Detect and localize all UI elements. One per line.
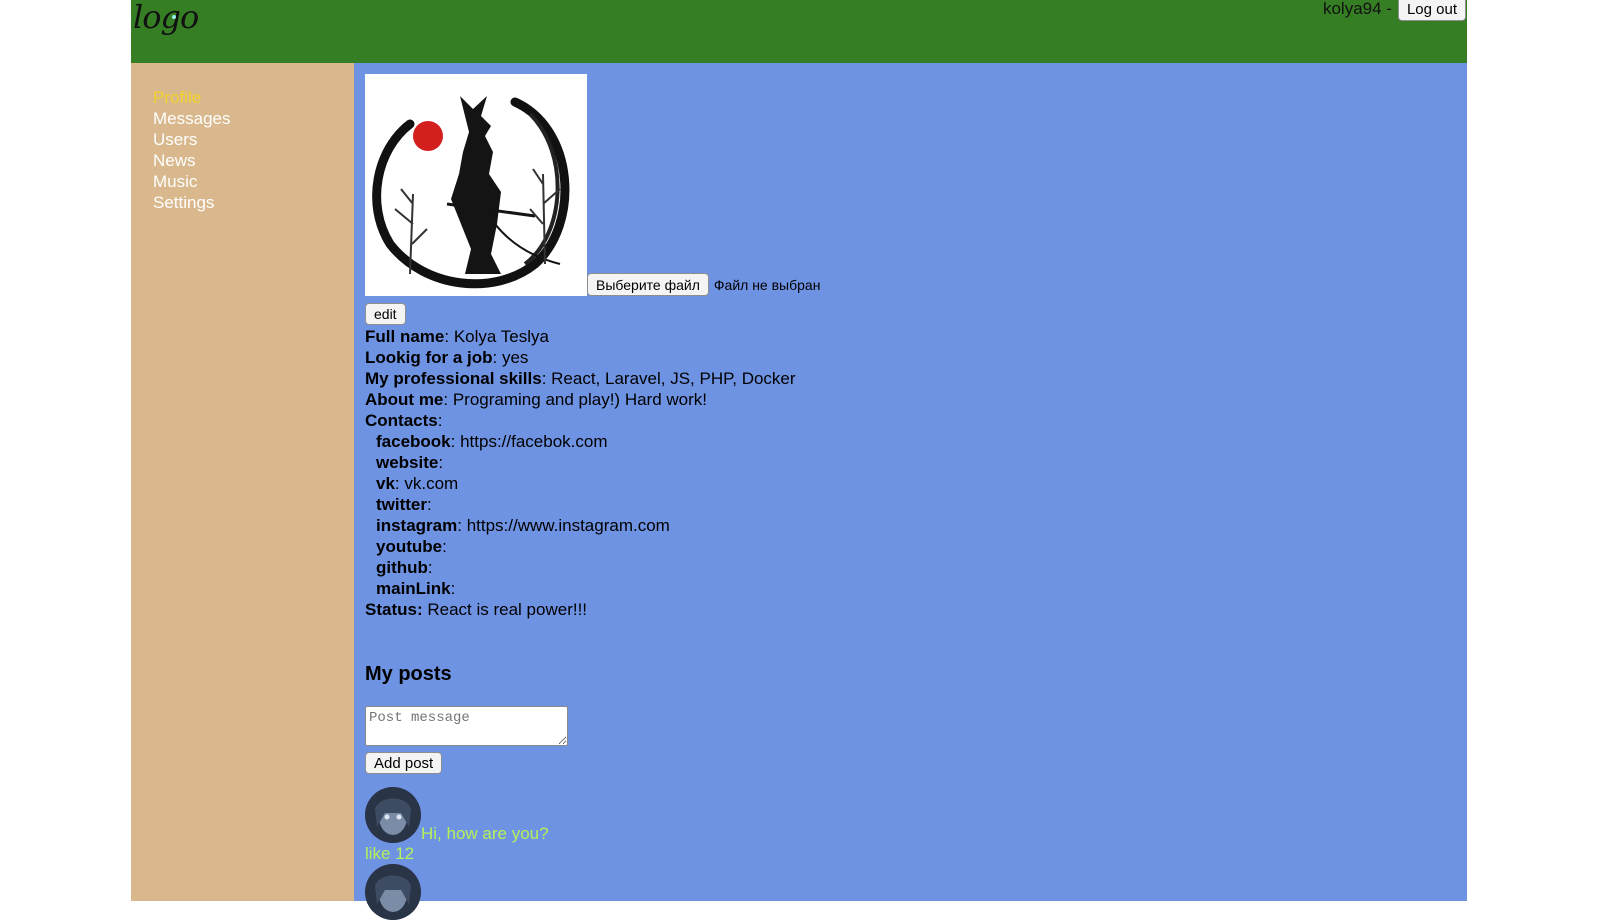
- about-row: About me: Programing and play!) Hard wor…: [365, 390, 708, 409]
- posts-title: My posts: [365, 663, 452, 685]
- sidebar-item-news[interactable]: News: [153, 150, 230, 171]
- sidebar-item-music[interactable]: Music: [153, 171, 230, 192]
- contact-name: instagram: [376, 516, 458, 535]
- profile-avatar-image: [365, 74, 587, 296]
- full-name-label: Full name: [365, 327, 445, 346]
- post-avatar: [365, 864, 421, 920]
- post-item: Hi, how are you? like 12: [365, 787, 1455, 864]
- contact-website: website:: [376, 453, 444, 472]
- skills-row: My professional skills: React, Laravel, …: [365, 369, 796, 388]
- login-block: kolya94 - Log out: [1323, 0, 1466, 21]
- contact-instagram: instagram: https://www.instagram.com: [376, 516, 670, 535]
- post-message-input[interactable]: [365, 706, 568, 746]
- contact-name: facebook: [376, 432, 451, 451]
- contacts-row: Contacts:: [365, 411, 443, 430]
- contact-name: youtube: [376, 537, 443, 556]
- contact-value: https://www.instagram.com: [466, 516, 670, 535]
- sidebar: Profile Messages Users News Music Settin…: [131, 63, 354, 901]
- profile-content: Выберите файл Файл не выбран edit Full n…: [354, 63, 1467, 920]
- sidebar-nav: Profile Messages Users News Music Settin…: [153, 87, 230, 213]
- sidebar-item-users[interactable]: Users: [153, 129, 230, 150]
- contact-twitter: twitter:: [376, 495, 432, 514]
- contact-value: https://facebok.com: [460, 432, 608, 451]
- job-value: yes: [501, 348, 529, 367]
- contact-name: github: [376, 558, 428, 577]
- contact-name: twitter: [376, 495, 427, 514]
- profile-info: Full name: Kolya Teslya Lookig for a job…: [365, 326, 1455, 620]
- about-value: Programing and play!) Hard work!: [452, 390, 708, 409]
- header: logo kolya94 - Log out: [131, 0, 1467, 63]
- contact-mainlink: mainLink:: [376, 579, 456, 598]
- contact-name: website: [376, 453, 439, 472]
- contact-name: vk: [376, 474, 395, 493]
- edit-button[interactable]: edit: [365, 303, 406, 325]
- job-label: Lookig for a job: [365, 348, 493, 367]
- status-row: Status: React is real power!!!: [365, 599, 1455, 620]
- contact-youtube: youtube:: [376, 537, 447, 556]
- status-label: Status:: [365, 600, 423, 619]
- logo-dot: [172, 15, 176, 19]
- full-name-value: Kolya Teslya: [453, 327, 549, 346]
- skills-label: My professional skills: [365, 369, 542, 388]
- post-likes[interactable]: like 12: [365, 843, 1455, 864]
- sidebar-item-profile[interactable]: Profile: [153, 87, 230, 108]
- login-name: kolya94 -: [1322, 0, 1392, 18]
- avatar-row: Выберите файл Файл не выбран: [365, 74, 1455, 296]
- file-status: Файл не выбран: [713, 277, 821, 293]
- about-label: About me: [365, 390, 444, 409]
- add-post-button[interactable]: Add post: [365, 752, 443, 774]
- logout-button[interactable]: Log out: [1397, 0, 1466, 21]
- post-avatar: [365, 787, 421, 843]
- contact-name: mainLink: [376, 579, 451, 598]
- contact-vk: vk: vk.com: [376, 474, 459, 493]
- full-name-row: Full name: Kolya Teslya: [365, 327, 549, 346]
- logo[interactable]: logo: [133, 0, 199, 36]
- contact-github: github:: [376, 558, 433, 577]
- contact-facebook: facebook: https://facebok.com: [376, 432, 608, 451]
- post-text: Hi, how are you?: [421, 824, 549, 843]
- choose-file-button[interactable]: Выберите файл: [587, 273, 709, 296]
- contacts-label: Contacts: [365, 411, 438, 430]
- skills-value: React, Laravel, JS, PHP, Docker: [551, 369, 796, 388]
- status-value[interactable]: React is real power!!!: [427, 600, 587, 619]
- sidebar-item-settings[interactable]: Settings: [153, 192, 230, 213]
- sidebar-item-messages[interactable]: Messages: [153, 108, 230, 129]
- job-row: Lookig for a job: yes: [365, 348, 529, 367]
- contact-value: vk.com: [404, 474, 459, 493]
- post-item: [365, 864, 1455, 920]
- app: logo kolya94 - Log out Profile Messages …: [131, 0, 1467, 920]
